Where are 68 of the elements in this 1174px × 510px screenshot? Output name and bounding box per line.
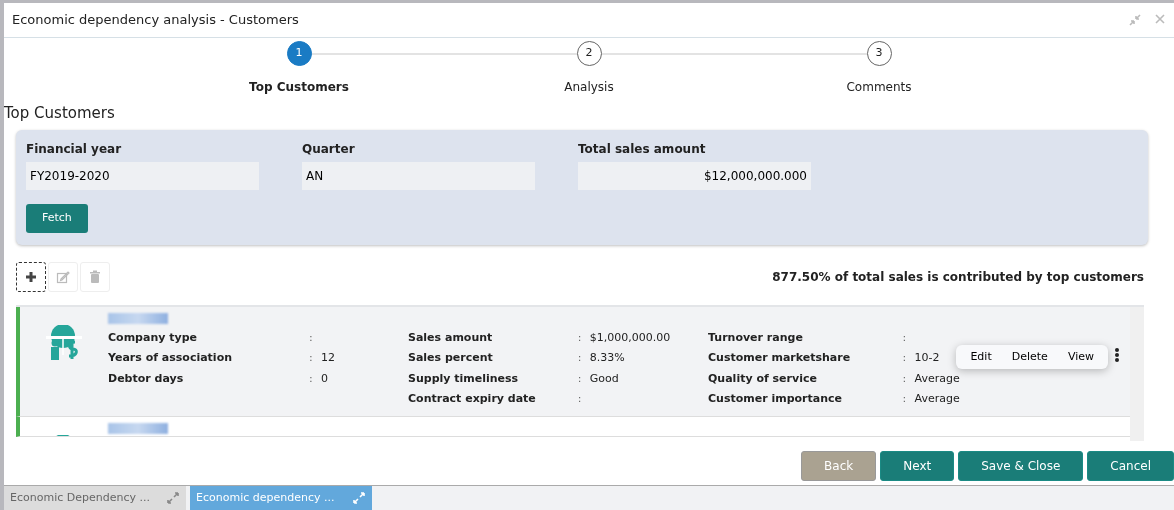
add-button[interactable] <box>16 261 46 292</box>
colon-separator: : <box>577 370 582 387</box>
colon-separator: : <box>902 370 907 387</box>
redacted-name <box>108 312 168 324</box>
step-number[interactable]: 3 <box>866 41 892 66</box>
tab-label: Economic Dependency ... <box>10 489 150 506</box>
redacted-name <box>108 422 168 434</box>
field-label: Company type <box>108 329 197 346</box>
summary-text: 877.50% of total sales is contributed by top customers <box>772 268 1144 286</box>
field-label: Contract expiry date <box>408 391 536 407</box>
step-label[interactable]: Analysis <box>564 78 614 96</box>
section-title: Top Customers <box>4 103 116 124</box>
fetch-button[interactable]: Fetch <box>26 204 88 233</box>
field-label: Sales percent <box>408 350 493 366</box>
colon-separator: : <box>309 329 313 346</box>
colon-separator: : <box>577 350 582 366</box>
colon-separator: : <box>902 329 907 346</box>
field-value: 8.33% <box>589 350 625 366</box>
colon-separator: : <box>902 350 907 366</box>
input-field[interactable]: AN <box>302 162 535 190</box>
field-label: Total sales amount <box>578 141 707 158</box>
more-icon[interactable] <box>1114 346 1120 363</box>
expand-icon[interactable] <box>166 491 180 505</box>
field-label: Quality of service <box>708 370 817 387</box>
pencil-icon <box>56 269 70 284</box>
footer-button[interactable]: Next <box>880 451 955 481</box>
step-label[interactable]: Comments <box>846 78 912 96</box>
taskbar-tab[interactable]: Economic Dependency ... <box>4 486 186 510</box>
step-number[interactable]: 2 <box>576 41 602 66</box>
field-label: Years of association <box>108 350 233 366</box>
trash-icon <box>88 269 102 284</box>
field-label: Financial year <box>26 141 123 158</box>
plus-icon <box>24 269 38 284</box>
customer-row[interactable] <box>16 306 1130 417</box>
colon-separator: : <box>577 391 582 407</box>
field-value: Good <box>589 370 619 387</box>
input-field[interactable]: FY2019-2020 <box>26 162 259 190</box>
field-label: Customer importance <box>708 391 843 407</box>
colon-separator: : <box>309 350 313 366</box>
field-value: 12 <box>321 350 335 366</box>
footer-button[interactable]: Cancel <box>1087 451 1174 481</box>
footer-button[interactable]: Save & Close <box>958 451 1084 481</box>
field-value: 0 <box>321 370 328 387</box>
step-label[interactable]: Top Customers <box>249 78 349 96</box>
field-label: Supply timeliness <box>408 370 519 387</box>
menu-item[interactable]: View <box>1059 346 1102 367</box>
customer-icon <box>46 324 82 361</box>
field-label: Debtor days <box>108 370 184 387</box>
input-field[interactable]: $12,000,000.000 <box>578 162 811 190</box>
menu-item[interactable]: Edit <box>962 346 1000 367</box>
field-value: 10-2 <box>914 350 940 366</box>
colon-separator: : <box>577 329 582 346</box>
colon-separator: : <box>902 391 907 407</box>
window-title: Economic dependency analysis - Customers <box>12 11 299 30</box>
colon-separator: : <box>309 370 313 387</box>
field-value: Average <box>914 391 960 407</box>
step-number[interactable]: 1 <box>286 41 312 66</box>
scrollbar[interactable] <box>1130 306 1144 441</box>
field-label: Customer marketshare <box>708 350 851 366</box>
field-label: Quarter <box>302 141 356 158</box>
minimize-icon[interactable] <box>1128 13 1142 27</box>
field-value: Average <box>914 370 960 387</box>
field-label: Turnover range <box>708 329 803 346</box>
field-label: Sales amount <box>408 329 493 346</box>
tab-label: Economic dependency ... <box>196 489 335 506</box>
menu-item[interactable]: Delete <box>1003 346 1056 367</box>
close-icon[interactable] <box>1154 13 1166 25</box>
field-value: $1,000,000.00 <box>589 329 671 346</box>
